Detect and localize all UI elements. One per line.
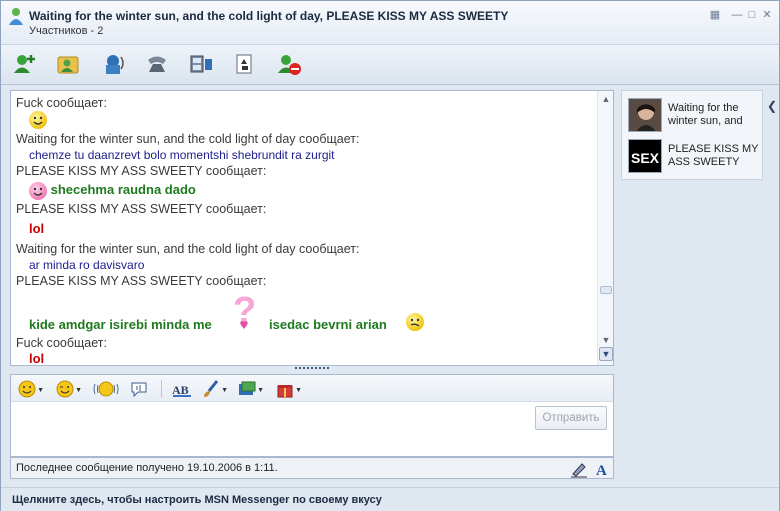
- chevron-down-icon: ▼: [37, 387, 44, 394]
- emoticons-button[interactable]: ▼: [17, 379, 45, 399]
- font-icon: AB: [172, 383, 191, 397]
- question-mark-emoticon-icon: ?: [231, 289, 265, 335]
- resize-splitter[interactable]: [295, 367, 329, 371]
- chat-window: Waiting for the winter sun, and the cold…: [0, 0, 780, 511]
- message-body: shecehma raudna dado: [16, 179, 596, 201]
- close-icon[interactable]: ✕: [761, 9, 773, 21]
- message-sender: PLEASE KISS MY ASS SWEETY сообщает:: [16, 164, 267, 178]
- minimize-icon[interactable]: —: [731, 9, 743, 21]
- avatar: [628, 98, 662, 132]
- confused-emoticon-icon: [406, 313, 424, 331]
- title-bar: Waiting for the winter sun, and the cold…: [1, 1, 779, 45]
- last-message-status: Последнее сообщение получено 19.10.2006 …: [16, 462, 278, 474]
- status-bar: Последнее сообщение получено 19.10.2006 …: [10, 457, 614, 479]
- smile-emoticon-icon: [29, 111, 47, 129]
- speaker-icon: [106, 55, 124, 74]
- chevron-down-icon: ▼: [295, 387, 302, 394]
- invite-contact-button[interactable]: [11, 51, 39, 77]
- pen-icon[interactable]: [569, 460, 589, 478]
- message-body: ar minda ro davisvaro: [29, 258, 145, 272]
- send-files-button[interactable]: [55, 51, 83, 77]
- participant-name: PLEASE KISS MY ASS SWEETY: [668, 143, 759, 168]
- background-button[interactable]: ▼: [237, 379, 265, 399]
- gifts-button[interactable]: ▼: [275, 379, 303, 399]
- menu-icon[interactable]: ▦: [709, 9, 721, 21]
- voice-clip-icon: [131, 382, 147, 398]
- participant-item[interactable]: Waiting for the winter sun, and: [628, 98, 760, 136]
- send-button[interactable]: Отправить: [535, 406, 607, 430]
- games-button[interactable]: [231, 51, 259, 77]
- background-icon: [239, 381, 256, 395]
- message-body: chemze tu daanzrevt bolo momentshi shebr…: [29, 148, 335, 162]
- smiley-icon: [18, 380, 36, 398]
- message-body: kide amdgar isirebi minda me ? isedac be…: [16, 289, 596, 335]
- scroll-to-bottom-icon[interactable]: ▼: [599, 347, 613, 361]
- svg-text:A: A: [596, 463, 607, 478]
- message-text: kide amdgar isirebi minda me: [29, 317, 212, 332]
- games-icon: [236, 54, 252, 74]
- participant-name: Waiting for the winter sun, and: [668, 102, 743, 127]
- message-body: [16, 111, 596, 131]
- message-sender: Fuck сообщает:: [16, 336, 107, 350]
- pink-smile-emoticon-icon: [29, 181, 47, 200]
- participants-count: Участников - 2: [29, 25, 104, 37]
- call-button[interactable]: [143, 51, 171, 77]
- chevron-down-icon: ▼: [75, 387, 82, 394]
- participants-panel: Waiting for the winter sun, and SEX PLEA…: [621, 90, 763, 180]
- brush-icon: [204, 380, 219, 397]
- message-input[interactable]: [10, 401, 614, 457]
- chevron-down-icon: ▼: [257, 387, 264, 394]
- winks-button[interactable]: ▼: [55, 379, 83, 399]
- customize-link[interactable]: Щелкните здесь, чтобы настроить MSN Mess…: [12, 494, 382, 506]
- conversation-scrollbar[interactable]: ▲ ▼ ▼: [597, 91, 613, 365]
- block-user-icon: [278, 55, 301, 75]
- phone-icon: [148, 56, 166, 72]
- scroll-thumb[interactable]: [600, 286, 612, 294]
- chevron-down-icon: ▼: [221, 387, 228, 394]
- video-button[interactable]: [187, 51, 215, 77]
- main-toolbar: [1, 45, 779, 85]
- msn-buddy-icon: [8, 7, 24, 27]
- avatar: SEX: [628, 139, 662, 173]
- voice-button[interactable]: [99, 51, 127, 77]
- message-text: shecehma raudna dado: [50, 182, 196, 197]
- conversation-history[interactable]: Fuck сообщает: Waiting for the winter su…: [10, 90, 614, 366]
- message-sender: Waiting for the winter sun, and the cold…: [16, 132, 360, 146]
- format-toolbar: ▼ ▼ AB ▼ ▼ ▼: [10, 374, 614, 402]
- avatar-text: SEX: [631, 150, 660, 166]
- font-button[interactable]: AB: [171, 379, 199, 399]
- message-sender: Fuck сообщает:: [16, 96, 107, 110]
- svg-text:AB: AB: [172, 383, 189, 397]
- scroll-down-icon[interactable]: ▼: [601, 335, 611, 345]
- message-text-continued: isedac bevrni arian: [269, 317, 387, 332]
- add-user-icon: [14, 55, 35, 73]
- message-sender: Waiting for the winter sun, and the cold…: [16, 242, 360, 256]
- block-button[interactable]: [275, 51, 303, 77]
- toolbar-divider: [161, 380, 162, 398]
- participant-item[interactable]: SEX PLEASE KISS MY ASS SWEETY: [628, 139, 760, 177]
- maximize-icon[interactable]: □: [746, 9, 758, 21]
- window-title: Waiting for the winter sun, and the cold…: [29, 9, 509, 23]
- message-sender: PLEASE KISS MY ASS SWEETY сообщает:: [16, 274, 267, 288]
- voice-clip-button[interactable]: [129, 379, 157, 399]
- handwriting-button[interactable]: ▼: [201, 379, 229, 399]
- text-format-icon[interactable]: A: [593, 460, 613, 479]
- video-icon: [190, 55, 212, 73]
- message-body: lol: [29, 221, 45, 236]
- wink-icon: [56, 380, 74, 398]
- message-list: Fuck сообщает: Waiting for the winter su…: [16, 95, 596, 366]
- collapse-panel-icon[interactable]: ❮: [765, 97, 779, 115]
- folder-user-icon: [57, 56, 79, 74]
- nudge-button[interactable]: [93, 379, 121, 399]
- message-body: lol: [29, 351, 45, 366]
- nudge-icon: [93, 381, 119, 397]
- message-sender: PLEASE KISS MY ASS SWEETY сообщает:: [16, 202, 267, 216]
- scroll-up-icon[interactable]: ▲: [601, 94, 611, 104]
- gift-icon: [277, 385, 293, 398]
- customize-banner[interactable]: Щелкните здесь, чтобы настроить MSN Mess…: [1, 487, 779, 511]
